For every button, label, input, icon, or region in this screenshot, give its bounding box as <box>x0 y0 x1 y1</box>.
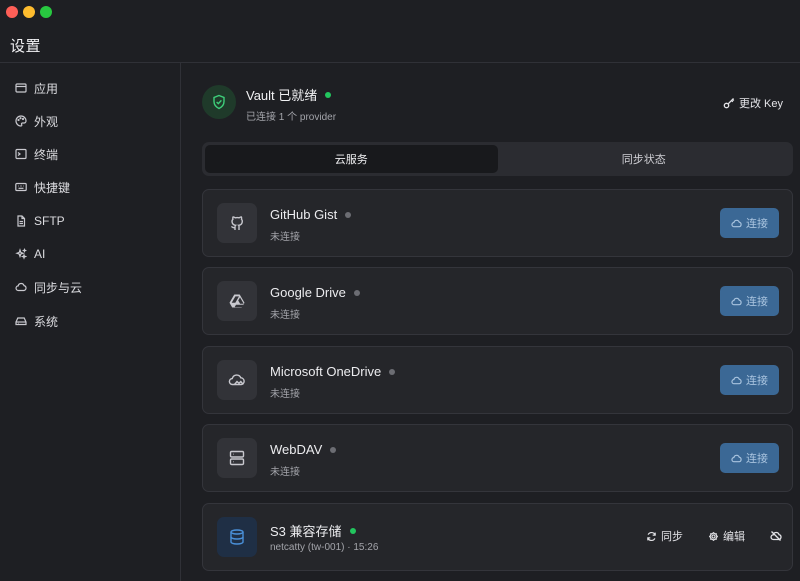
sidebar-item-label: 外观 <box>34 114 59 129</box>
provider-status-text: 未连接 <box>270 467 300 478</box>
app-window-icon <box>15 82 27 94</box>
sidebar-item-label: 应用 <box>34 81 59 96</box>
database-icon <box>217 517 257 557</box>
s3-actions: 同步 编辑 <box>621 528 782 544</box>
provider-name: Microsoft OneDrive <box>270 364 396 379</box>
sidebar-item-app[interactable]: 应用 <box>6 74 174 102</box>
file-icon <box>15 215 27 227</box>
vault-subtitle: 已连接 1 个 provider <box>246 112 337 123</box>
shield-check-icon <box>213 94 225 110</box>
cloud-icon <box>731 297 742 305</box>
cloud-icon <box>731 454 742 462</box>
provider-name: S3 兼容存储 <box>270 521 356 540</box>
provider-status-text: 未连接 <box>270 310 300 321</box>
maximize-window-button[interactable] <box>40 6 52 18</box>
tab-sync-status[interactable]: 同步状态 <box>498 145 791 173</box>
cloud-icon <box>731 219 742 227</box>
provider-card-github-gist: GitHub Gist 未连接 连接 <box>202 189 793 257</box>
window-titlebar <box>0 0 800 24</box>
vault-status-title: Vault 已就绪 <box>246 85 332 104</box>
provider-status-dot <box>345 211 352 218</box>
page-title: 设置 <box>10 38 42 55</box>
refresh-icon <box>647 531 656 541</box>
edit-button[interactable]: 编辑 <box>708 528 745 544</box>
sync-button[interactable]: 同步 <box>646 528 683 544</box>
connect-google-drive-button[interactable]: 连接 <box>720 286 779 316</box>
provider-status-dot <box>353 289 360 296</box>
provider-status-dot <box>389 368 396 375</box>
provider-name-text: Google Drive <box>270 285 346 300</box>
provider-name-text: GitHub Gist <box>270 207 338 222</box>
minimize-window-button[interactable] <box>23 6 35 18</box>
provider-account-info: netcatty (tw-001) · 15:26 <box>270 542 378 553</box>
vault-title-text: Vault 已就绪 <box>246 88 318 103</box>
sidebar-item-sftp[interactable]: SFTP <box>6 207 174 235</box>
sidebar-item-system[interactable]: 系统 <box>6 307 174 335</box>
provider-name-text: Microsoft OneDrive <box>270 364 382 379</box>
vault-status-dot <box>325 91 332 98</box>
provider-status-dot <box>330 446 337 453</box>
tab-cloud-services[interactable]: 云服务 <box>205 145 498 173</box>
provider-status-text: 未连接 <box>270 232 300 243</box>
palette-icon <box>15 115 27 127</box>
cloud-off-icon <box>770 531 782 541</box>
gear-icon <box>709 531 718 541</box>
sync-tabs: 云服务 同步状态 <box>202 142 793 176</box>
sidebar-item-sync-cloud[interactable]: 同步与云 <box>6 273 174 301</box>
keyboard-icon <box>15 181 27 193</box>
sidebar-item-appearance[interactable]: 外观 <box>6 107 174 135</box>
disconnect-button[interactable] <box>770 530 782 542</box>
provider-card-s3: S3 兼容存储 netcatty (tw-001) · 15:26 同步 编辑 <box>202 503 793 571</box>
cloud-icon <box>731 376 742 384</box>
connect-onedrive-button[interactable]: 连接 <box>720 365 779 395</box>
sidebar-item-label: 系统 <box>34 314 59 329</box>
sidebar-item-label: AI <box>34 247 46 261</box>
connect-label: 连接 <box>746 296 768 308</box>
drive-icon <box>15 315 27 327</box>
provider-name-text: WebDAV <box>270 442 323 457</box>
key-icon <box>723 98 735 109</box>
change-key-label: 更改 Key <box>738 98 783 110</box>
provider-card-webdav: WebDAV 未连接 连接 <box>202 424 793 492</box>
sidebar-item-terminal[interactable]: 终端 <box>6 140 174 168</box>
sync-label: 同步 <box>661 531 683 543</box>
github-icon <box>217 203 257 243</box>
s3-last-sync-time: · 15:26 <box>347 542 379 553</box>
sidebar-item-shortcuts[interactable]: 快捷键 <box>6 173 174 201</box>
connect-github-gist-button[interactable]: 连接 <box>720 208 779 238</box>
edit-label: 编辑 <box>723 531 745 543</box>
terminal-icon <box>15 148 27 160</box>
provider-card-onedrive: Microsoft OneDrive 未连接 连接 <box>202 346 793 414</box>
sidebar-item-label: 终端 <box>34 147 59 162</box>
google-drive-icon <box>217 281 257 321</box>
sparkles-icon <box>15 248 27 260</box>
connect-label: 连接 <box>746 375 768 387</box>
cloud-icon <box>15 281 27 293</box>
provider-name: WebDAV <box>270 442 337 457</box>
provider-name-text: S3 兼容存储 <box>270 524 342 539</box>
provider-status-text: 未连接 <box>270 389 300 400</box>
sidebar-item-label: 快捷键 <box>34 180 71 195</box>
provider-status-dot <box>349 527 356 534</box>
connect-label: 连接 <box>746 453 768 465</box>
provider-name: Google Drive <box>270 285 360 300</box>
sidebar-item-label: SFTP <box>34 214 65 228</box>
sidebar-item-label: 同步与云 <box>34 280 83 295</box>
s3-account: netcatty (tw-001) <box>270 542 345 553</box>
change-key-button[interactable]: 更改 Key <box>723 95 783 111</box>
connect-webdav-button[interactable]: 连接 <box>720 443 779 473</box>
vault-badge <box>202 85 236 119</box>
settings-sidebar: 应用 外观 终端 快捷键 SFTP AI 同步与云 系统 <box>0 63 181 581</box>
server-icon <box>217 438 257 478</box>
connect-label: 连接 <box>746 218 768 230</box>
close-window-button[interactable] <box>6 6 18 18</box>
onedrive-cloud-icon <box>217 360 257 400</box>
provider-name: GitHub Gist <box>270 207 352 222</box>
provider-card-google-drive: Google Drive 未连接 连接 <box>202 267 793 335</box>
sidebar-item-ai[interactable]: AI <box>6 240 174 268</box>
sync-cloud-panel: Vault 已就绪 已连接 1 个 provider 更改 Key 云服务 同步… <box>182 63 800 581</box>
